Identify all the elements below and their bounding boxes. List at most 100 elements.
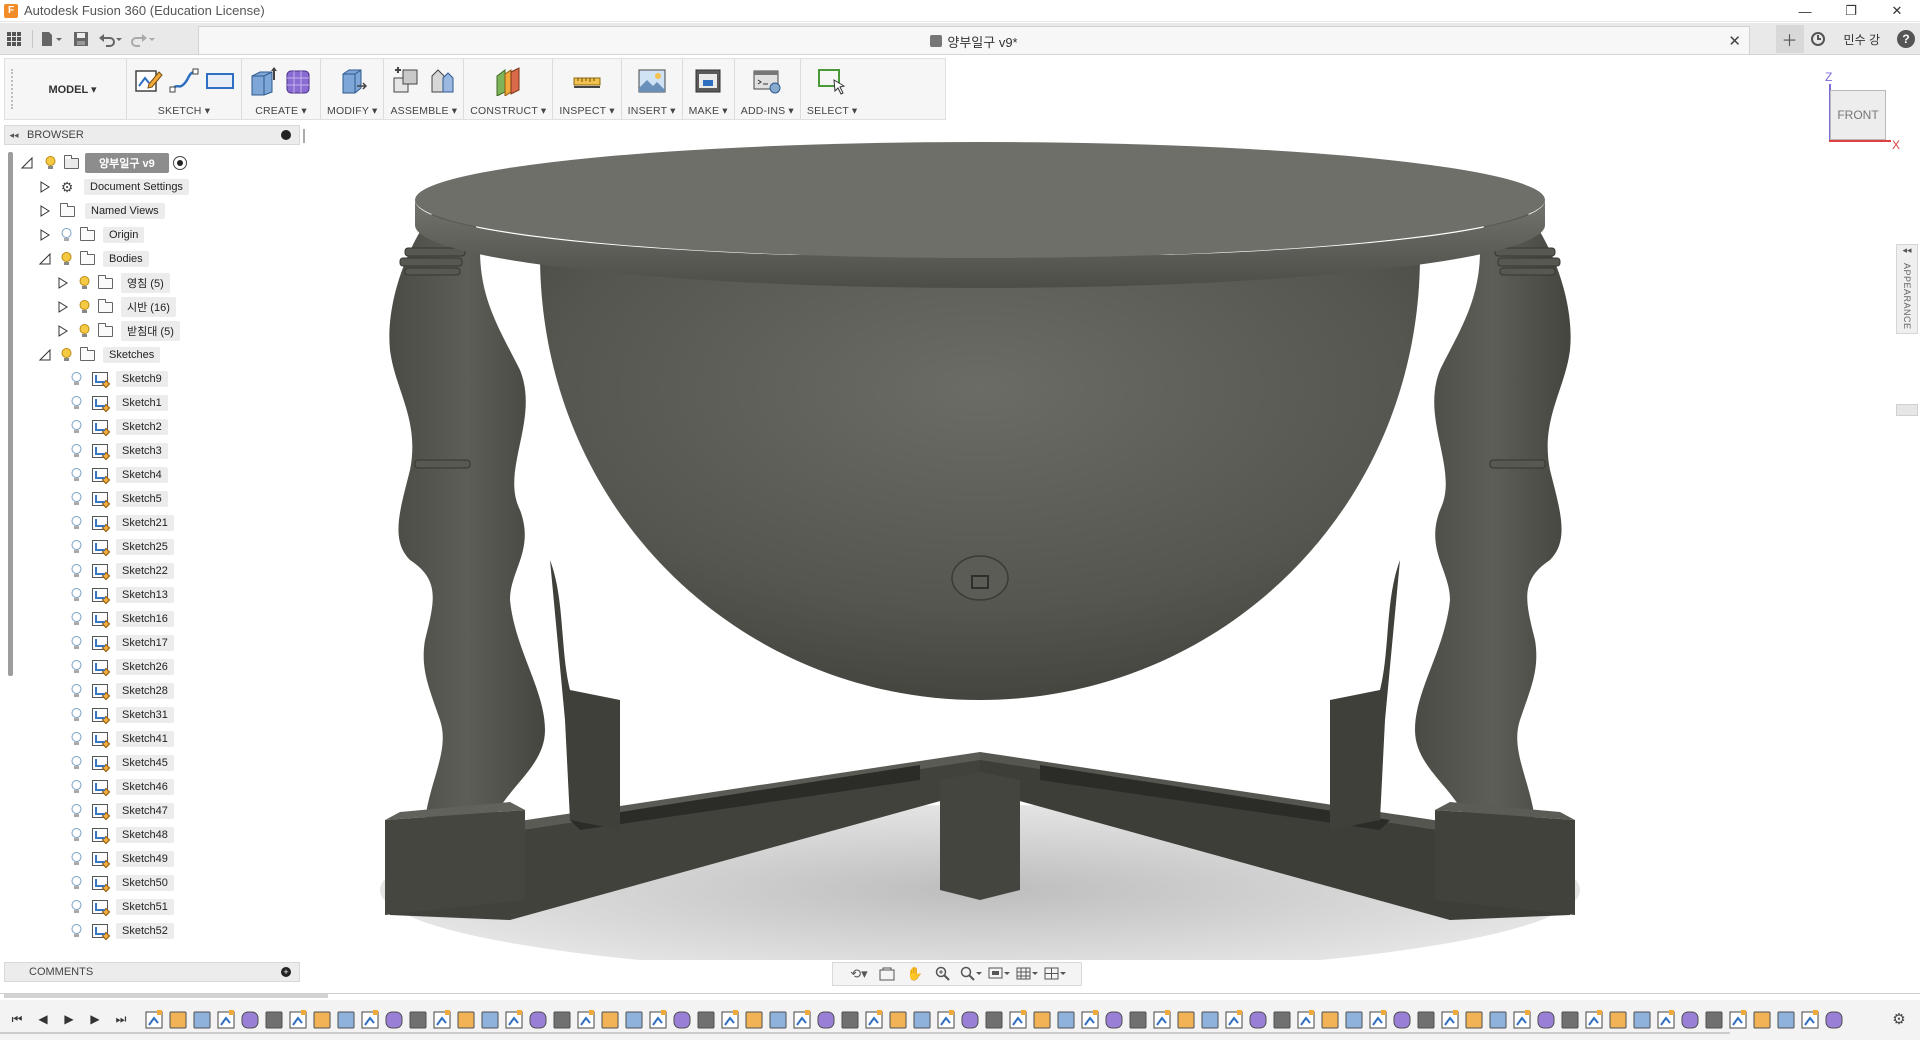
timeline-feature-icon[interactable] (361, 1010, 379, 1029)
timeline-feature-icon[interactable] (1057, 1011, 1075, 1029)
visibility-bulb-icon[interactable] (60, 252, 72, 266)
timeline-feature-icon[interactable] (1729, 1010, 1747, 1029)
comments-panel[interactable]: COMMENTS + (4, 962, 300, 982)
tree-sketch-item[interactable]: Sketch2 (14, 415, 314, 439)
timeline-feature-icon[interactable] (1273, 1011, 1291, 1029)
step-back-icon[interactable]: ◀ (34, 1010, 52, 1028)
tree-sketch-item[interactable]: Sketch28 (14, 679, 314, 703)
undo-icon[interactable] (98, 25, 124, 53)
tree-sketch-item[interactable]: Sketch9 (14, 367, 314, 391)
line-tool-icon[interactable] (169, 66, 199, 96)
tree-sketch-item[interactable]: Sketch47 (14, 799, 314, 823)
visibility-bulb-icon[interactable] (78, 300, 90, 314)
timeline-feature-icon[interactable] (409, 1011, 427, 1029)
fit-zoom-icon[interactable] (960, 965, 982, 983)
tree-origin[interactable]: Origin (14, 223, 314, 247)
timeline-feature-icon[interactable] (1297, 1010, 1315, 1029)
timeline-feature-icon[interactable] (1489, 1011, 1507, 1029)
3d-print-icon[interactable] (693, 66, 723, 96)
timeline-feature-icon[interactable] (145, 1010, 163, 1029)
tree-sketch-item[interactable]: Sketch16 (14, 607, 314, 631)
timeline-feature-icon[interactable] (553, 1011, 571, 1029)
restore-button[interactable]: ❐ (1828, 0, 1874, 22)
timeline-feature-icon[interactable] (1465, 1011, 1483, 1029)
add-comment-icon[interactable]: + (281, 967, 291, 977)
insert-group[interactable]: INSERT ▾ (622, 59, 683, 119)
tree-sketch-item[interactable]: Sketch46 (14, 775, 314, 799)
timeline-feature-icon[interactable] (313, 1011, 331, 1029)
timeline-feature-icon[interactable] (913, 1011, 931, 1029)
tree-sketch-item[interactable]: Sketch41 (14, 727, 314, 751)
measure-icon[interactable] (572, 66, 602, 96)
3d-viewport[interactable] (320, 130, 1620, 960)
tree-sketch-item[interactable]: Sketch3 (14, 439, 314, 463)
side-panel-scroll[interactable] (1896, 404, 1918, 416)
timeline-feature-icon[interactable] (841, 1011, 859, 1029)
timeline-feature-icon[interactable] (1009, 1010, 1027, 1029)
timeline-feature-icon[interactable] (217, 1010, 235, 1029)
press-pull-icon[interactable] (337, 66, 368, 96)
timeline-feature-icon[interactable] (1585, 1010, 1603, 1029)
visibility-bulb-off-icon[interactable] (70, 564, 82, 578)
browser-collapse-icon[interactable]: ◂◂ (5, 130, 23, 141)
view-cube[interactable]: Z X FRONT (1820, 70, 1900, 152)
timeline-feature-icon[interactable] (265, 1011, 283, 1029)
new-component-icon[interactable] (391, 66, 421, 96)
job-status-icon[interactable] (1804, 25, 1832, 53)
grid-settings-icon[interactable] (1016, 965, 1038, 983)
timeline-feature-icon[interactable] (1417, 1011, 1435, 1029)
visibility-bulb-off-icon[interactable] (70, 732, 82, 746)
visibility-bulb-icon[interactable] (44, 156, 56, 170)
tree-body-folder[interactable]: 시반 (16) (14, 295, 314, 319)
visibility-bulb-off-icon[interactable] (60, 228, 72, 242)
timeline-feature-icon[interactable] (697, 1011, 715, 1029)
tree-sketch-item[interactable]: Sketch26 (14, 655, 314, 679)
timeline-feature-icon[interactable] (1201, 1011, 1219, 1029)
form-sculpt-icon[interactable] (284, 66, 314, 96)
visibility-bulb-off-icon[interactable] (70, 708, 82, 722)
timeline-feature-icon[interactable] (1801, 1010, 1819, 1029)
browser-header[interactable]: ◂◂ BROWSER (4, 125, 305, 145)
timeline-feature-icon[interactable] (1609, 1011, 1627, 1029)
timeline-feature-icon[interactable] (1633, 1011, 1651, 1029)
visibility-bulb-off-icon[interactable] (70, 876, 82, 890)
timeline-feature-icon[interactable] (1177, 1011, 1195, 1029)
tree-sketch-item[interactable]: Sketch1 (14, 391, 314, 415)
workspace-switcher[interactable]: MODEL ▾ (19, 59, 127, 119)
timeline-feature-icon[interactable] (1081, 1010, 1099, 1029)
visibility-bulb-off-icon[interactable] (70, 420, 82, 434)
expand-triangle-icon[interactable] (38, 180, 52, 194)
app-grid-icon[interactable] (3, 25, 25, 53)
visibility-bulb-off-icon[interactable] (70, 924, 82, 938)
timeline-feature-icon[interactable] (625, 1011, 643, 1029)
visibility-bulb-off-icon[interactable] (70, 444, 82, 458)
extrude-icon[interactable] (248, 66, 278, 96)
timeline-feature-icon[interactable] (337, 1011, 355, 1029)
timeline-feature-icon[interactable] (481, 1011, 499, 1029)
user-account-name[interactable]: 민수 강 (1832, 31, 1892, 48)
add-ins-group[interactable]: ADD-INS ▾ (735, 59, 801, 119)
visibility-bulb-off-icon[interactable] (70, 852, 82, 866)
visibility-bulb-icon[interactable] (60, 348, 72, 362)
timeline-feature-icon[interactable] (1561, 1011, 1579, 1029)
minimize-button[interactable]: — (1782, 0, 1828, 22)
timeline-feature-icon[interactable] (1753, 1011, 1771, 1029)
visibility-bulb-off-icon[interactable] (70, 516, 82, 530)
step-forward-icon[interactable]: ▶ (86, 1010, 104, 1028)
timeline-scrollbar[interactable] (4, 994, 328, 998)
timeline-feature-icon[interactable] (961, 1011, 979, 1029)
timeline-feature-icon[interactable] (433, 1010, 451, 1029)
tree-sketch-item[interactable]: Sketch51 (14, 895, 314, 919)
sketch-group[interactable]: SKETCH ▾ (127, 59, 242, 119)
timeline-feature-icon[interactable] (673, 1011, 691, 1029)
scripts-addins-icon[interactable] (752, 66, 782, 96)
timeline-feature-icon[interactable] (745, 1011, 763, 1029)
tree-bodies[interactable]: Bodies (14, 247, 314, 271)
timeline-feature-icon[interactable] (577, 1010, 595, 1029)
play-icon[interactable]: ▶ (60, 1010, 78, 1028)
timeline-feature-icon[interactable] (1393, 1011, 1411, 1029)
appearance-panel-tab[interactable]: ◂◂ APPEARANCE (1896, 244, 1918, 334)
tree-sketches[interactable]: Sketches (14, 343, 314, 367)
timeline-feature-icon[interactable] (1249, 1011, 1267, 1029)
visibility-bulb-off-icon[interactable] (70, 780, 82, 794)
